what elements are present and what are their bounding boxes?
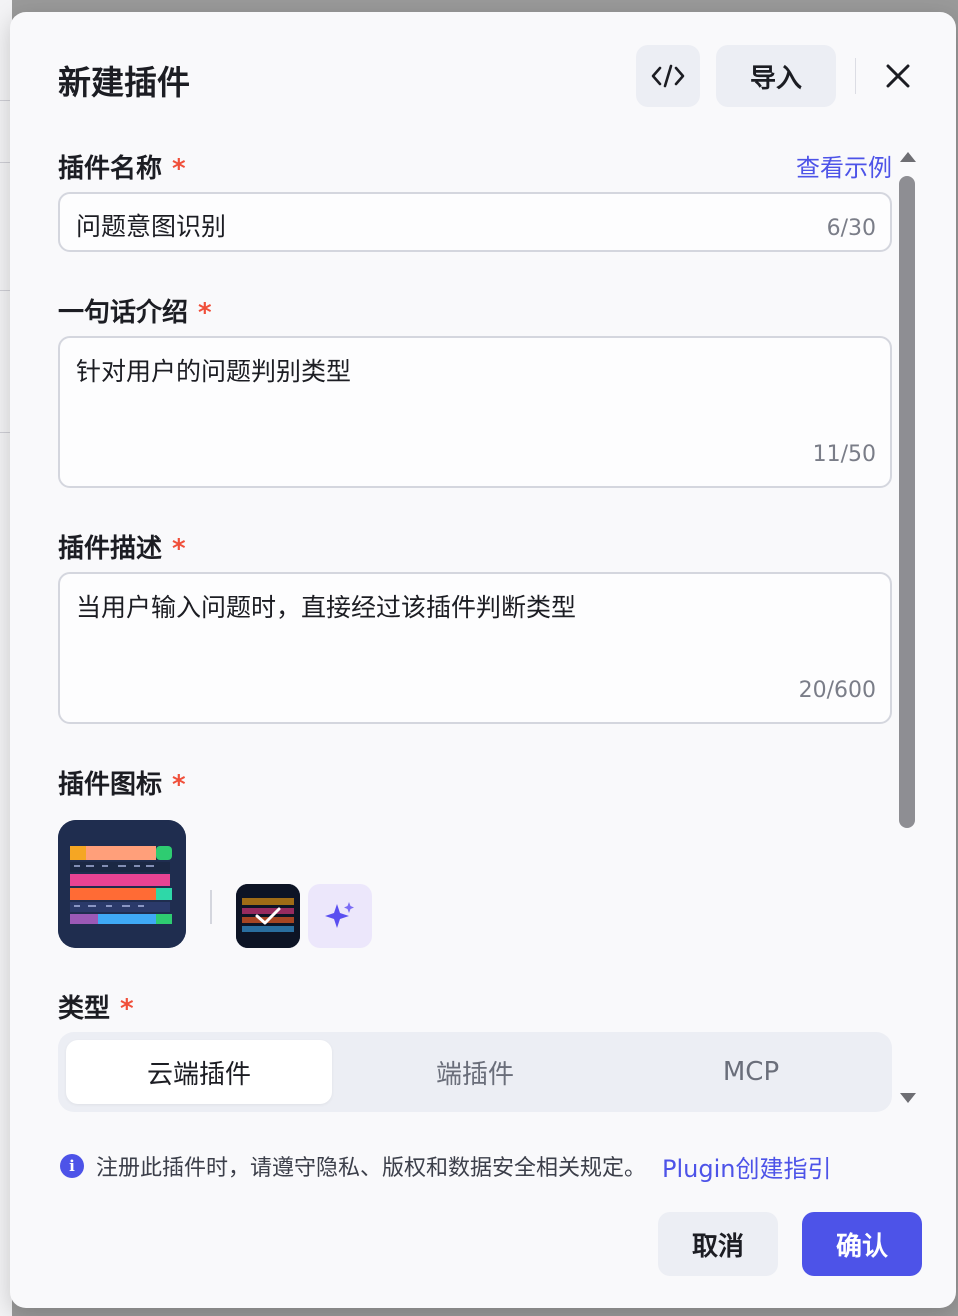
plugin-icon-preview[interactable] [58,820,186,948]
scrollbar-up-arrow[interactable] [900,152,916,162]
code-view-button[interactable] [636,45,700,107]
type-label: 类型 * [58,988,134,1025]
plugin-name-value: 问题意图识别 [76,212,227,241]
confirm-button[interactable]: 确认 [802,1212,922,1276]
compliance-notice: i 注册此插件时，请遵守隐私、版权和数据安全相关规定。 Plugin创建指引 [60,1149,831,1184]
notice-text: 注册此插件时，请遵守隐私、版权和数据安全相关规定。 [96,1156,647,1181]
check-icon [255,907,281,925]
import-button[interactable]: 导入 [716,45,836,107]
intro-label-text: 一句话介绍 [58,298,189,328]
close-button[interactable] [878,56,918,96]
plugin-name-input[interactable]: 问题意图识别 6/30 [58,192,892,252]
form-scroll-area[interactable]: 插件名称 * 查看示例 问题意图识别 6/30 一句话介绍 * 针对用户的问题判别类… [58,142,898,1112]
plugin-name-label: 插件名称 * [58,148,186,185]
intro-count: 11/50 [812,442,876,467]
intro-label: 一句话介绍 * [58,292,212,329]
plugin-icon-image [58,820,186,948]
type-option-mcp[interactable]: MCP [618,1040,884,1104]
required-mark: * [172,770,186,800]
code-icon [651,64,685,88]
scrollbar-thumb[interactable] [899,176,915,828]
view-example-link[interactable]: 查看示例 [796,148,892,183]
modal-title: 新建插件 [58,63,190,102]
description-textarea[interactable]: 当用户输入问题时，直接经过该插件判断类型 20/600 [58,572,892,724]
header-divider [855,58,856,94]
description-label-text: 插件描述 [58,534,163,564]
required-mark: * [172,534,186,564]
plugin-guide-link[interactable]: Plugin创建指引 [662,1149,831,1184]
description-value: 当用户输入问题时，直接经过该插件判断类型 [76,593,577,622]
icon-label: 插件图标 * [58,764,186,801]
plugin-name-label-text: 插件名称 [58,154,163,184]
ai-generate-icon-button[interactable] [308,884,372,948]
icon-divider [210,890,212,924]
create-plugin-modal: 新建插件 导入 插件名称 * 查看示例 问题意图识别 6/30 一句话介绍 * 针对… [10,12,956,1308]
description-count: 20/600 [798,678,876,703]
plugin-type-selector: 云端插件 端插件 MCP [58,1032,892,1112]
required-mark: * [198,298,212,328]
scrollbar-down-arrow[interactable] [900,1093,916,1103]
cancel-button[interactable]: 取消 [658,1212,778,1276]
intro-value: 针对用户的问题判别类型 [76,357,352,386]
icon-thumbnail-selected[interactable] [236,884,300,948]
icon-label-text: 插件图标 [58,770,163,800]
required-mark: * [172,154,186,184]
description-label: 插件描述 * [58,528,186,565]
intro-textarea[interactable]: 针对用户的问题判别类型 11/50 [58,336,892,488]
info-icon: i [60,1154,84,1178]
close-icon [886,64,910,88]
plugin-name-count: 6/30 [826,216,876,241]
required-mark: * [120,994,134,1024]
sparkle-icon [325,902,354,928]
type-option-cloud[interactable]: 云端插件 [66,1040,332,1104]
type-option-local[interactable]: 端插件 [342,1040,608,1104]
type-label-text: 类型 [58,994,111,1024]
